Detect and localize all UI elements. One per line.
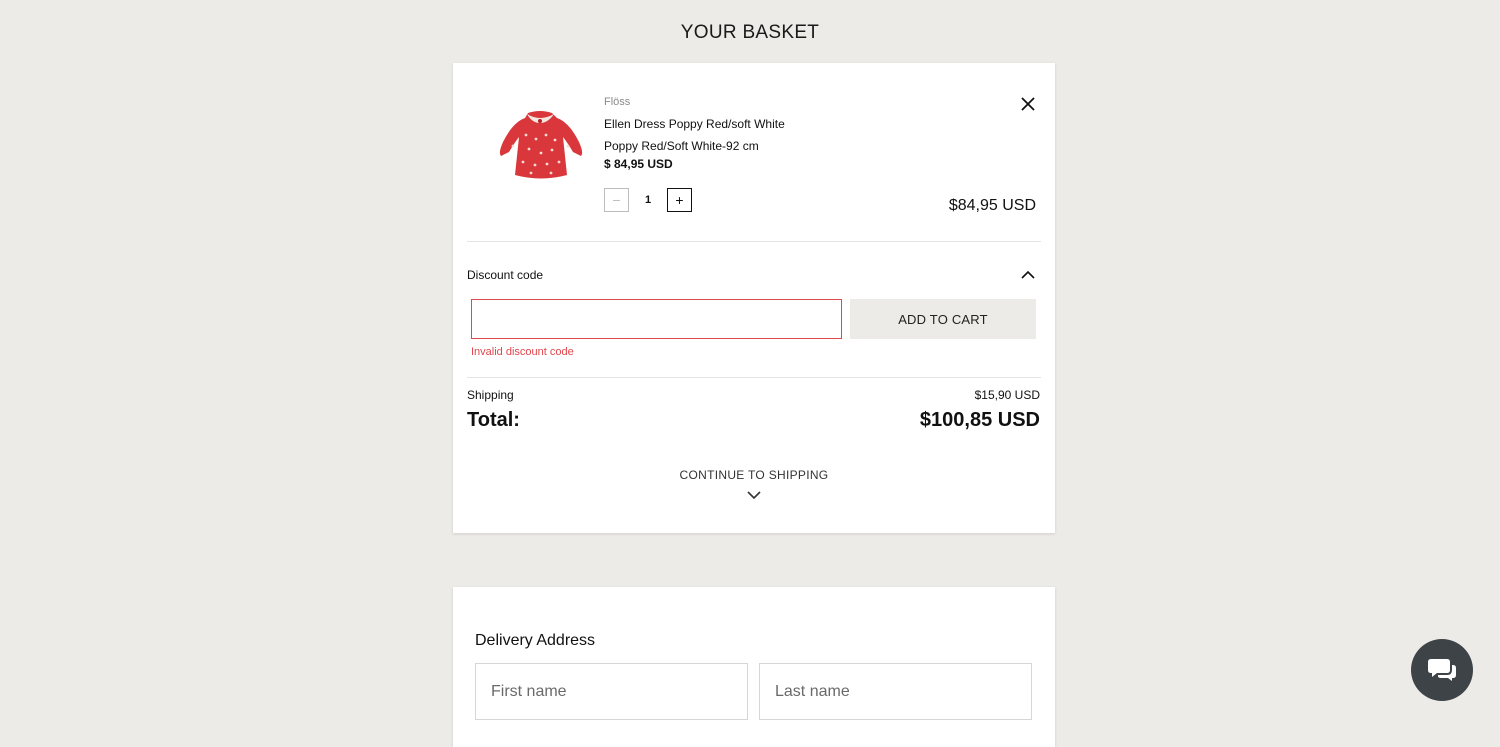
chat-icon <box>1428 659 1456 681</box>
basket-card: Flöss Ellen Dress Poppy Red/soft White P… <box>453 63 1055 533</box>
product-unit-price: $ 84,95 USD <box>604 157 673 171</box>
discount-code-input[interactable] <box>471 299 842 339</box>
product-image[interactable] <box>493 109 588 184</box>
last-name-field[interactable] <box>759 663 1032 720</box>
line-total: $84,95 USD <box>948 197 1036 214</box>
shipping-value: $15,90 USD <box>974 388 1040 402</box>
product-brand: Flöss <box>604 96 631 108</box>
quantity-increase-button[interactable]: + <box>667 188 692 212</box>
discount-code-label[interactable]: Discount code <box>467 268 543 282</box>
minus-icon: − <box>612 192 621 208</box>
continue-to-shipping-link[interactable]: CONTINUE TO SHIPPING <box>453 468 1055 482</box>
close-icon <box>1021 97 1035 111</box>
shipping-label: Shipping <box>467 388 514 402</box>
quantity-value: 1 <box>644 194 652 206</box>
chat-button[interactable] <box>1411 639 1473 701</box>
first-name-field[interactable] <box>475 663 748 720</box>
total-value: $100,85 USD <box>919 409 1040 431</box>
delivery-address-title: Delivery Address <box>475 632 596 649</box>
chevron-up-icon <box>1021 270 1035 279</box>
product-variant: Poppy Red/Soft White-92 cm <box>604 139 759 153</box>
apply-discount-button[interactable]: ADD TO CART <box>850 299 1036 339</box>
discount-collapse-toggle[interactable] <box>1019 268 1037 282</box>
product-name[interactable]: Ellen Dress Poppy Red/soft White <box>604 117 785 131</box>
delivery-address-card: Delivery Address <box>453 587 1055 747</box>
continue-chevron[interactable] <box>746 488 762 500</box>
quantity-decrease-button[interactable]: − <box>604 188 629 212</box>
chevron-down-icon <box>747 491 761 500</box>
divider <box>467 241 1041 242</box>
plus-icon: + <box>675 192 684 208</box>
remove-item-button[interactable] <box>1018 94 1038 114</box>
discount-error-message: Invalid discount code <box>471 346 574 358</box>
page-title: YOUR BASKET <box>680 22 820 43</box>
total-label: Total: <box>467 409 520 431</box>
divider <box>467 377 1041 378</box>
